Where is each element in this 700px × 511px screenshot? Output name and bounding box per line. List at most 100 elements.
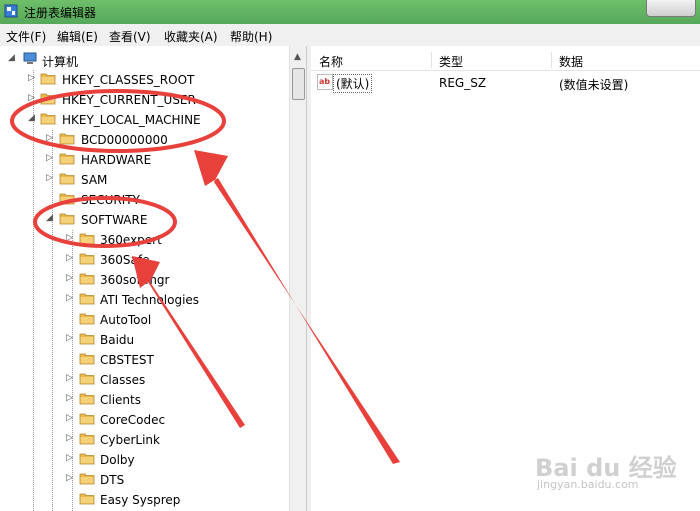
collapse-icon[interactable]: ◢ xyxy=(46,213,53,223)
registry-tree[interactable]: ◢ 计算机 ▷ HKEY_CLASSES_ROOT ▷ HKEY_CURRENT_US… xyxy=(0,46,290,511)
tree-item-label: 360Safe xyxy=(100,253,150,267)
folder-icon xyxy=(59,193,75,205)
tree-item[interactable]: ▷ BCD00000000 xyxy=(0,130,290,150)
tree-item-label: AutoTool xyxy=(100,313,152,327)
tree-item[interactable]: ▷ 360softmgr xyxy=(0,270,290,290)
tree-item[interactable]: ▷ 360expert xyxy=(0,230,290,250)
folder-icon xyxy=(40,93,56,105)
expand-icon[interactable]: ▷ xyxy=(66,253,73,263)
value-name[interactable]: (默认) xyxy=(333,74,373,93)
menu-file[interactable]: 文件(F) xyxy=(6,28,46,45)
tree-item[interactable]: ▷ CyberLink xyxy=(0,430,290,450)
value-data: (数值未设置) xyxy=(559,78,629,92)
tree-item-label: HKEY_CLASSES_ROOT xyxy=(62,73,195,87)
tree-item-label: CoreCodec xyxy=(100,413,166,427)
tree-item[interactable]: ▷ HKEY_CLASSES_ROOT xyxy=(0,70,290,90)
collapse-icon[interactable]: ◢ xyxy=(28,113,35,123)
value-type: REG_SZ xyxy=(439,76,487,90)
watermark-url: jingyan.baidu.com xyxy=(537,478,639,491)
menu-help[interactable]: 帮助(H) xyxy=(230,28,272,45)
expand-icon[interactable]: ▷ xyxy=(66,373,73,383)
svg-text:ab: ab xyxy=(319,77,330,86)
expand-icon[interactable]: ▷ xyxy=(66,433,73,443)
tree-item-label: DTS xyxy=(100,473,125,487)
header-name[interactable]: 名称 xyxy=(319,53,343,70)
tree-item-label: 360softmgr xyxy=(100,273,170,287)
tree-item[interactable]: ▷ Classes xyxy=(0,370,290,390)
folder-icon xyxy=(79,233,95,245)
tree-item[interactable]: ◢ SOFTWARE xyxy=(0,210,290,230)
expand-icon[interactable]: ▷ xyxy=(28,73,35,83)
window-title: 注册表编辑器 xyxy=(24,6,97,20)
tree-root-label: 计算机 xyxy=(42,55,79,69)
tree-item-label: Clients xyxy=(100,393,141,407)
collapse-icon[interactable]: ◢ xyxy=(8,53,15,63)
folder-icon xyxy=(59,173,75,185)
expand-icon[interactable]: ▷ xyxy=(66,293,73,303)
expand-icon[interactable]: ▷ xyxy=(46,173,53,183)
tree-item-label: SECURITY xyxy=(81,193,140,207)
tree-scrollbar[interactable]: ▲ xyxy=(289,46,307,511)
tree-item[interactable]: Easy Sysprep xyxy=(0,490,290,510)
tree-item[interactable]: ▷ 360Safe xyxy=(0,250,290,270)
tree-root[interactable]: ◢ 计算机 xyxy=(0,50,290,70)
tree-item-label: Dolby xyxy=(100,453,135,467)
folder-icon xyxy=(59,133,75,145)
header-divider[interactable] xyxy=(431,52,432,68)
folder-icon xyxy=(59,213,75,225)
tree-item[interactable]: ▷ CoreCodec xyxy=(0,410,290,430)
expand-icon[interactable]: ▷ xyxy=(66,273,73,283)
tree-item[interactable]: CBSTEST xyxy=(0,350,290,370)
menu-favorites[interactable]: 收藏夹(A) xyxy=(164,28,218,45)
folder-icon xyxy=(79,313,95,325)
tree-item-label: ATI Technologies xyxy=(100,293,200,307)
expand-icon[interactable]: ▷ xyxy=(66,453,73,463)
header-type[interactable]: 类型 xyxy=(439,53,463,70)
tree-item[interactable]: AutoTool xyxy=(0,310,290,330)
folder-icon xyxy=(79,453,95,465)
folder-icon xyxy=(79,333,95,345)
values-list[interactable]: 名称 类型 数据 ab (默认) REG_SZ (数值未设置) xyxy=(311,46,700,511)
tree-item[interactable]: ▷ HKEY_CURRENT_USER xyxy=(0,90,290,110)
folder-icon xyxy=(40,73,56,85)
folder-icon xyxy=(79,413,95,425)
folder-icon xyxy=(79,293,95,305)
menu-edit[interactable]: 编辑(E) xyxy=(57,28,98,45)
tree-item-label: 360expert xyxy=(100,233,162,247)
folder-icon xyxy=(79,273,95,285)
title-bar: 注册表编辑器 xyxy=(0,0,700,24)
expand-icon[interactable]: ▷ xyxy=(66,233,73,243)
tree-item[interactable]: ▷ ATI Technologies xyxy=(0,290,290,310)
tree-item[interactable]: ▷ Dolby xyxy=(0,450,290,470)
string-value-icon: ab xyxy=(317,74,333,90)
expand-icon[interactable]: ▷ xyxy=(66,393,73,403)
folder-icon xyxy=(40,113,56,125)
tree-item[interactable]: ◢ HKEY_LOCAL_MACHINE xyxy=(0,110,290,130)
menu-view[interactable]: 查看(V) xyxy=(109,28,151,45)
tree-item[interactable]: ▷ Baidu xyxy=(0,330,290,350)
tree-item[interactable]: ▷ Clients xyxy=(0,390,290,410)
value-row[interactable]: ab (默认) REG_SZ (数值未设置) xyxy=(311,72,700,93)
menu-bar: 文件(F) 编辑(E) 查看(V) 收藏夹(A) 帮助(H) xyxy=(0,24,700,47)
expand-icon[interactable]: ▷ xyxy=(46,153,53,163)
tree-item[interactable]: ▷ HARDWARE xyxy=(0,150,290,170)
regedit-icon xyxy=(4,4,18,18)
expand-icon[interactable]: ▷ xyxy=(46,133,53,143)
scroll-up-icon[interactable]: ▲ xyxy=(294,52,301,62)
header-divider[interactable] xyxy=(551,52,552,68)
expand-icon[interactable]: ▷ xyxy=(28,93,35,103)
expand-icon[interactable]: ▷ xyxy=(66,333,73,343)
tree-item[interactable]: SECURITY xyxy=(0,190,290,210)
scroll-thumb[interactable] xyxy=(292,68,305,100)
tree-item-label: HKEY_CURRENT_USER xyxy=(62,93,196,107)
tree-item[interactable]: ▷ DTS xyxy=(0,470,290,490)
expand-icon[interactable]: ▷ xyxy=(66,413,73,423)
window-controls[interactable] xyxy=(646,0,696,17)
tree-item-label: Classes xyxy=(100,373,146,387)
expand-icon[interactable]: ▷ xyxy=(66,473,73,483)
list-header: 名称 类型 数据 xyxy=(311,50,700,71)
header-data[interactable]: 数据 xyxy=(559,53,583,70)
tree-item[interactable]: ▷ SAM xyxy=(0,170,290,190)
folder-icon xyxy=(79,393,95,405)
tree-item-label: BCD00000000 xyxy=(81,133,168,147)
